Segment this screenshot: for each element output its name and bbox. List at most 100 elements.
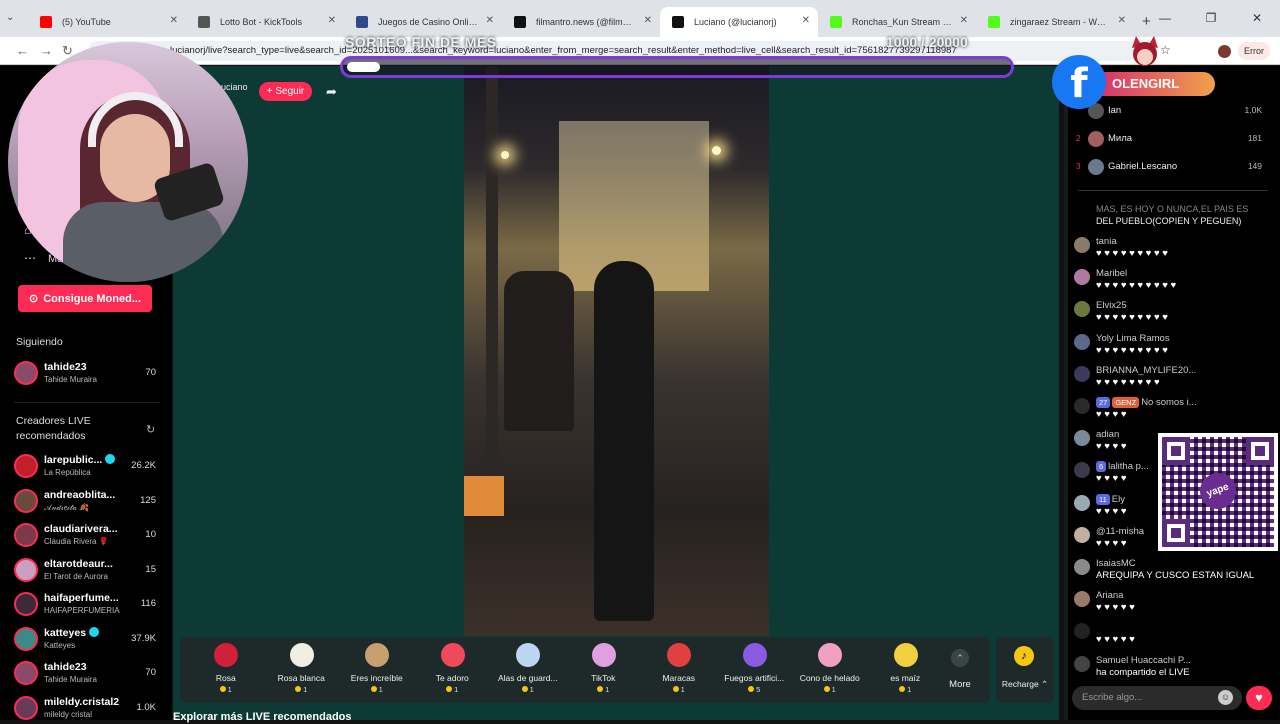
coin-icon: [672, 686, 679, 692]
sidebar-creator-row[interactable]: larepublic... La República 26.2K: [14, 452, 160, 482]
gift-item[interactable]: Maracas 1: [641, 637, 717, 703]
chat-username-text: BRIANNA_MYLIFE20...: [1096, 364, 1197, 376]
tab-close-icon[interactable]: ✕: [328, 15, 336, 26]
sidebar-creator-row[interactable]: katteyes Katteyes 37.9K: [14, 625, 160, 655]
chat-avatar: [1074, 333, 1090, 350]
browser-tab[interactable]: filmantro.news (@filmantro.ne ✕: [502, 7, 660, 37]
browser-tab[interactable]: zingaraez Stream - Watch Live o ✕: [976, 7, 1134, 37]
creator-viewer-count: 70: [145, 667, 156, 678]
gift-price: 1: [339, 685, 415, 694]
creator-viewer-count: 26.2K: [131, 460, 156, 471]
sidebar-creator-row[interactable]: claudiarivera... Claudia Rivera 🌹 10: [14, 521, 160, 551]
tab-close-icon[interactable]: ✕: [960, 15, 968, 26]
facebook-icon: f: [1052, 55, 1106, 109]
coin-icon: [823, 686, 830, 692]
live-video[interactable]: [464, 66, 769, 636]
close-window-icon[interactable]: ✕: [1234, 0, 1280, 37]
chat-username[interactable]: Samuel Huaccachi P...: [1096, 655, 1191, 666]
recharge-button[interactable]: ♪ Recharge ⌃: [996, 637, 1054, 703]
refresh-icon[interactable]: ↻: [146, 423, 155, 436]
chat-username[interactable]: Elvix25: [1096, 300, 1127, 311]
follow-button[interactable]: + Seguir: [259, 82, 312, 101]
creator-viewer-count: 116: [140, 598, 156, 609]
gift-item[interactable]: Cono de helado 1: [792, 637, 868, 703]
chat-text: ♥ ♥ ♥ ♥ ♥ ♥ ♥ ♥ ♥: [1096, 312, 1168, 324]
chat-badge: 6: [1096, 461, 1107, 473]
chat-username[interactable]: Yoly Lima Ramos: [1096, 333, 1170, 344]
gift-item[interactable]: Alas de guard... 1: [490, 637, 566, 703]
tab-close-icon[interactable]: ✕: [486, 15, 494, 26]
gift-price: 1: [490, 685, 566, 694]
sidebar-creator-row[interactable]: tahide23 Tahide Muraira 70: [14, 659, 160, 689]
sidebar-creator-row[interactable]: haifaperfume... HAIFAPERFUMERIA 116: [14, 590, 160, 620]
chat-input[interactable]: Escribe algo...: [1072, 686, 1242, 710]
chat-avatar: [1074, 365, 1090, 382]
chat-avatar: [1074, 559, 1090, 575]
gift-item[interactable]: Eres increíble 1: [339, 637, 415, 703]
browser-tab[interactable]: Luciano (@lucianorj) ✕: [660, 7, 818, 37]
minimize-icon[interactable]: —: [1142, 0, 1188, 37]
ranking-name: Ian: [1108, 105, 1122, 116]
creator-viewer-count: 125: [140, 494, 156, 506]
qr-finder: [1246, 437, 1274, 465]
chat-username[interactable]: Ariana: [1096, 590, 1123, 601]
gift-item[interactable]: es maíz 1: [868, 637, 944, 703]
sidebar-creator-row[interactable]: eltarotdeaur... El Tarot de Aurora 15: [14, 556, 160, 586]
creator-subtitle: 𝒜𝓃𝒹𝓇𝑒𝒾𝓉𝒶 🍂: [44, 502, 90, 512]
gift-price-value: 1: [454, 685, 459, 694]
tab-search-icon[interactable]: ⌄: [6, 12, 14, 23]
browser-tab[interactable]: Juegos de Casino Online | Apue ✕: [344, 7, 502, 37]
chat-text: ♥ ♥ ♥ ♥: [1096, 473, 1127, 485]
tab-label: Ronchas_Kun Stream - Watch L: [852, 17, 952, 27]
back-icon[interactable]: ←: [16, 43, 29, 58]
gift-name: Rosa blanca: [277, 673, 325, 683]
recommended-title: Creadores LIVE recomendados: [16, 415, 91, 442]
gift-name: Cono de helado: [799, 673, 860, 683]
chat-username[interactable]: BRIANNA_MYLIFE20...: [1096, 365, 1196, 376]
tab-favicon-icon: [198, 16, 210, 28]
chat-username[interactable]: 27 GENZ No somos i...: [1096, 397, 1197, 408]
browser-tab[interactable]: (5) YouTube ✕: [28, 7, 186, 37]
gift-item[interactable]: TikTok 1: [566, 637, 642, 703]
chat-username[interactable]: adian: [1096, 429, 1119, 440]
gift-item[interactable]: Fuegos artifici... 5: [717, 637, 793, 703]
browser-tab[interactable]: Lotto Bot - KickTools ✕: [186, 7, 344, 37]
tab-close-icon[interactable]: ✕: [170, 15, 178, 26]
tab-close-icon[interactable]: ✕: [802, 15, 810, 26]
chat-username[interactable]: 11 Ely: [1096, 493, 1125, 505]
chat-username[interactable]: tania: [1096, 236, 1117, 247]
sidebar-creator-row[interactable]: tahide23 Tahide Muraira 70: [14, 359, 160, 389]
ranking-row[interactable]: Ian 1.0K: [1076, 102, 1276, 124]
verified-icon: [89, 626, 100, 637]
sidebar-creator-row[interactable]: andreaoblita... 𝒜𝓃𝒹𝓇𝑒𝒾𝓉𝒶 🍂 125: [14, 487, 160, 517]
chat-username[interactable]: @11-misha: [1096, 526, 1144, 537]
ranking-row[interactable]: 2 Мила 181: [1076, 130, 1276, 152]
tab-close-icon[interactable]: ✕: [1118, 15, 1126, 26]
chat-username-text: IsaiasMC: [1096, 558, 1136, 569]
ranking-name: Мила: [1108, 133, 1133, 144]
more-gifts-button[interactable]: ⌃ More: [940, 637, 980, 703]
tab-close-icon[interactable]: ✕: [644, 15, 652, 26]
gift-item[interactable]: Rosa blanca 1: [264, 637, 340, 703]
restore-icon[interactable]: ❐: [1188, 0, 1234, 37]
profile-avatar[interactable]: [1218, 45, 1231, 58]
forward-icon[interactable]: →: [40, 43, 53, 58]
chat-badge: 11: [1096, 493, 1110, 505]
sidebar-creator-row[interactable]: mileldy.cristal2 mileldy cristal 1.0K: [14, 694, 160, 724]
window-controls: — ❐ ✕: [1142, 0, 1280, 37]
chat-username[interactable]: 6 lalitha p...: [1096, 461, 1149, 473]
gift-item[interactable]: Rosa 1: [188, 637, 264, 703]
browser-tab[interactable]: Ronchas_Kun Stream - Watch L ✕: [818, 7, 976, 37]
share-icon[interactable]: ➦: [326, 84, 337, 100]
get-coins-button[interactable]: ⊙ Consigue Moned...: [18, 285, 152, 312]
ranking-row[interactable]: 3 Gabriel.Lescano 149: [1076, 158, 1276, 180]
chat-username[interactable]: Maribel: [1096, 268, 1127, 279]
gift-item[interactable]: Te adoro 1: [415, 637, 491, 703]
error-badge[interactable]: Error: [1238, 42, 1270, 60]
emoji-icon[interactable]: ☺: [1218, 690, 1233, 705]
like-heart-button[interactable]: ♥: [1246, 686, 1272, 710]
video-streetlight: [712, 146, 721, 155]
chat-username[interactable]: IsaiasMC: [1096, 558, 1136, 569]
verified-icon: [105, 454, 116, 464]
facebook-handle: OLENGIRL: [1100, 72, 1215, 96]
